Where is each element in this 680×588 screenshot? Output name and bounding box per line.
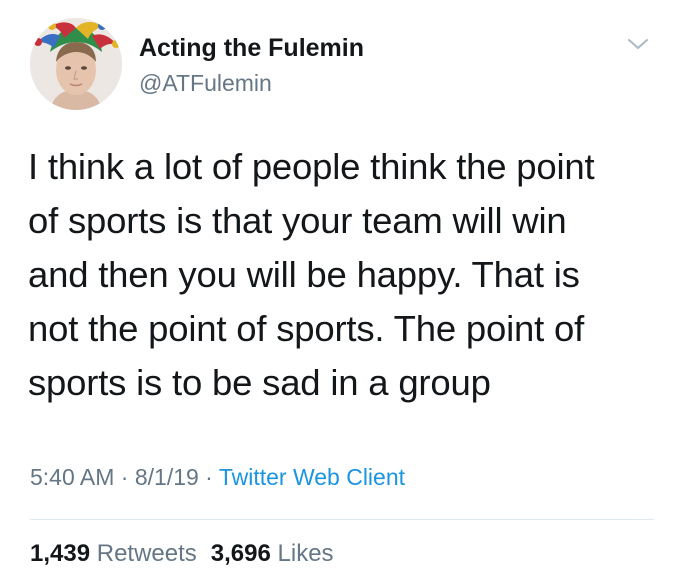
meta-separator: ·: [114, 464, 135, 490]
likes-stat[interactable]: 3,696 Likes: [211, 540, 334, 567]
retweets-count: 1,439: [30, 540, 91, 567]
tweet-card: Acting the Fulemin @ATFulemin I think a …: [0, 0, 680, 588]
tweet-text-line: not the point of sports. The point of: [28, 308, 585, 349]
tweet-text-line: I think a lot of people think the point: [28, 146, 595, 187]
user-avatar[interactable]: [30, 18, 122, 110]
likes-count: 3,696: [210, 540, 271, 567]
likes-label: Likes: [277, 540, 334, 567]
tweet-text-line: of sports is that your team will win: [28, 200, 567, 241]
tweet-meta: 5:40 AM · 8/1/19 · Twitter Web Client: [30, 464, 405, 491]
tweet-text-line: and then you will be happy. That is: [28, 254, 580, 295]
avatar-jester-hat-icon: [30, 18, 122, 110]
user-handle[interactable]: @ATFulemin: [139, 70, 272, 97]
retweets-stat[interactable]: 1,439 Retweets: [30, 540, 197, 567]
tweet-time[interactable]: 5:40 AM: [30, 464, 114, 490]
display-name[interactable]: Acting the Fulemin: [139, 34, 364, 63]
retweets-label: Retweets: [96, 540, 197, 567]
tweet-text-line: sports is to be sad in a group: [28, 362, 491, 403]
divider: [30, 519, 654, 520]
tweet-source-link[interactable]: Twitter Web Client: [219, 464, 405, 490]
tweet-text: I think a lot of people think the point …: [28, 140, 658, 410]
meta-separator: ·: [198, 464, 219, 490]
tweet-date[interactable]: 8/1/19: [135, 464, 199, 490]
tweet-stats: 1,439 Retweets 3,696 Likes: [30, 540, 334, 568]
chevron-down-icon[interactable]: [625, 34, 651, 54]
